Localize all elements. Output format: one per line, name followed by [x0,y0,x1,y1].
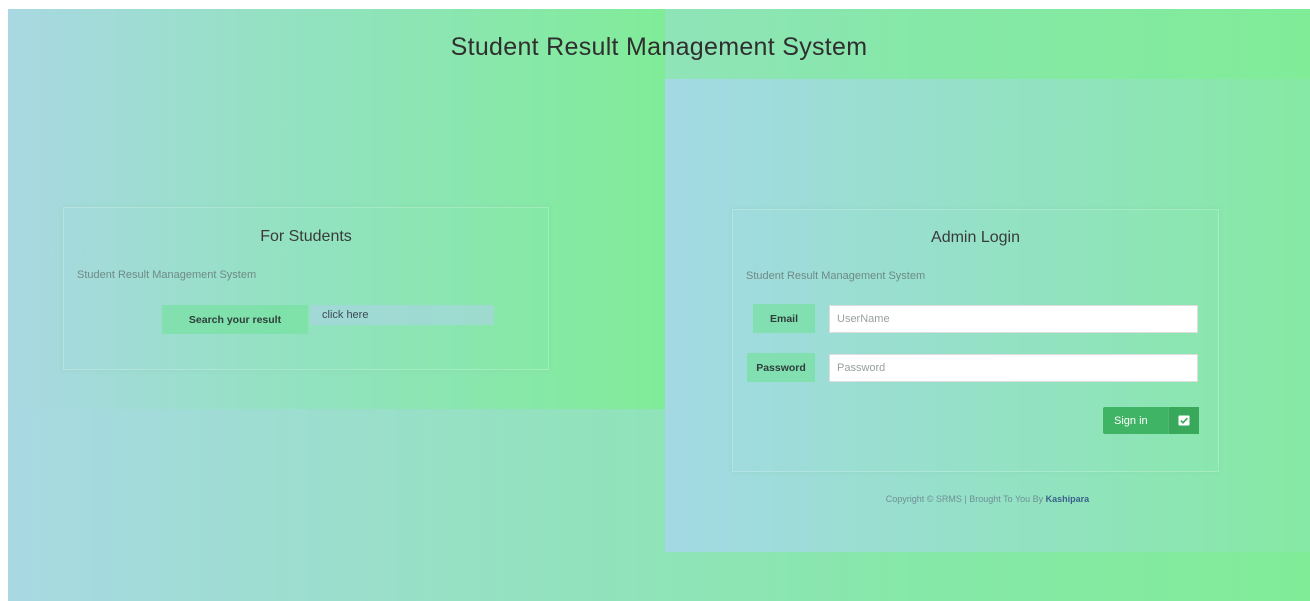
right-panel: Admin Login Student Result Management Sy… [665,79,1310,552]
checkbox-icon [1167,407,1199,434]
copyright-footer: Copyright © SRMS | Brought To You By Kas… [665,494,1310,504]
page-background: Admin Login Student Result Management Sy… [8,9,1310,601]
sign-in-button[interactable]: Sign in [1103,407,1199,434]
admin-login-title: Admin Login [931,229,1020,246]
copyright-text: Copyright © SRMS | Brought To You By [885,494,1046,504]
sign-in-label: Sign in [1114,414,1148,427]
email-field[interactable] [829,305,1198,333]
brand-link[interactable]: Kashipara [1046,494,1090,504]
email-label: Email [753,304,815,333]
click-here-link[interactable]: click here [310,305,494,325]
admin-login-card: Admin Login Student Result Management Sy… [732,209,1219,472]
password-field[interactable] [829,354,1198,382]
student-card-subtitle: Student Result Management System [77,269,257,281]
password-label: Password [747,353,815,382]
search-result-label: Search your result [162,305,308,334]
admin-login-subtitle: Student Result Management System [746,270,926,282]
page-title: Student Result Management System [450,33,868,61]
student-card: For Students Student Result Management S… [63,207,549,370]
student-card-title: For Students [260,228,352,245]
